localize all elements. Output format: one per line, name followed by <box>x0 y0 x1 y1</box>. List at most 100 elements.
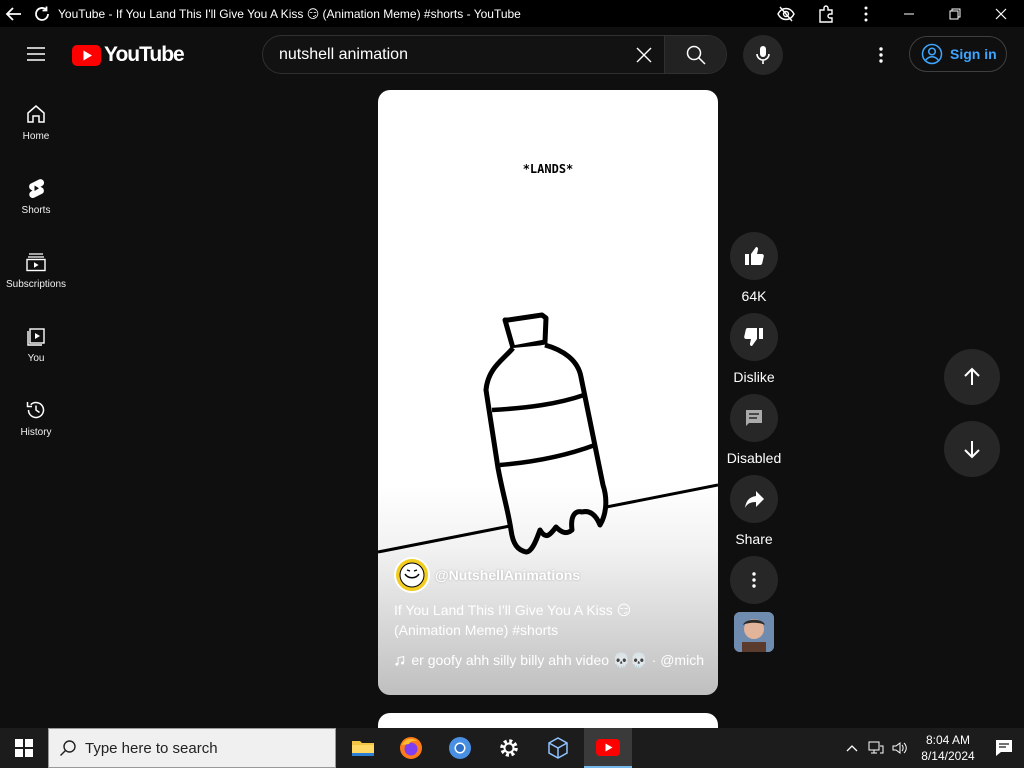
sidebar-item-label: Home <box>22 131 50 142</box>
microphone-icon <box>756 46 770 64</box>
window-title: YouTube - If You Land This I'll Give You… <box>58 6 521 21</box>
person-thumbnail-icon <box>734 612 774 652</box>
clock-date: 8/14/2024 <box>921 749 975 763</box>
settings-menu-button[interactable] <box>865 39 897 71</box>
like-count: 64K <box>741 288 767 304</box>
like-button[interactable] <box>730 232 778 280</box>
volume-button[interactable] <box>888 728 912 768</box>
share-button[interactable] <box>730 475 778 523</box>
taskbar-virtualbox[interactable] <box>534 728 582 768</box>
clear-search-button[interactable] <box>624 36 664 74</box>
action-column: 64K Dislike Disabled Share <box>726 232 782 652</box>
taskbar-search-placeholder: Type here to search <box>85 739 218 757</box>
network-icon <box>868 741 884 754</box>
arrow-up-icon <box>964 367 980 385</box>
guide-menu-button[interactable] <box>18 36 54 72</box>
windows-logo-icon <box>15 739 33 757</box>
restore-button[interactable] <box>932 0 978 27</box>
sidebar-item-label: You <box>27 353 45 364</box>
share-icon <box>745 491 764 508</box>
next-short-button[interactable] <box>944 421 1000 477</box>
start-button[interactable] <box>0 728 48 768</box>
sidebar-item-history[interactable]: History <box>0 377 72 451</box>
taskbar-file-explorer[interactable] <box>339 728 387 768</box>
chevron-up-icon <box>846 745 858 752</box>
sidebar-item-label: Shorts <box>21 205 51 216</box>
gear-icon <box>500 739 518 757</box>
voice-search-button[interactable] <box>743 35 783 75</box>
thumbs-up-icon <box>745 247 764 265</box>
audio-source-thumbnail[interactable] <box>734 612 774 652</box>
action-center-button[interactable] <box>984 728 1024 768</box>
sidebar-item-subscriptions[interactable]: Subscriptions <box>0 229 72 303</box>
taskbar-youtube[interactable] <box>584 728 632 768</box>
more-actions-button[interactable] <box>730 556 778 604</box>
sign-in-button[interactable]: Sign in <box>909 36 1007 72</box>
extensions-button[interactable] <box>806 0 846 27</box>
mini-guide-sidebar: Home Shorts Subscriptions You History <box>0 81 72 451</box>
arrow-down-icon <box>964 441 980 459</box>
notification-icon <box>996 740 1012 756</box>
firefox-icon <box>400 737 422 759</box>
taskbar-clock[interactable]: 8:04 AM 8/14/2024 <box>912 732 984 764</box>
puzzle-icon <box>819 4 833 23</box>
video-title[interactable]: If You Land This I'll Give You A Kiss 😏 … <box>394 600 694 640</box>
music-text: er goofy ahh silly billy ahh video 💀💀 · … <box>411 652 704 668</box>
tracking-prevention-button[interactable] <box>766 0 806 27</box>
sidebar-item-label: Subscriptions <box>5 279 67 290</box>
cube-icon <box>548 737 568 759</box>
search-icon <box>686 45 706 65</box>
trollface-icon <box>399 562 425 588</box>
reload-button[interactable] <box>28 0 56 27</box>
back-button[interactable] <box>0 0 28 27</box>
music-info[interactable]: er goofy ahh silly billy ahh video 💀💀 · … <box>394 652 704 669</box>
youtube-logo[interactable]: YouTube <box>72 43 185 67</box>
close-window-button[interactable] <box>978 0 1024 27</box>
taskbar-firefox[interactable] <box>387 728 435 768</box>
comments-label: Disabled <box>726 450 782 466</box>
sidebar-item-shorts[interactable]: Shorts <box>0 155 72 229</box>
channel-name[interactable]: @NutshellAnimations <box>435 567 580 583</box>
history-icon <box>26 401 45 419</box>
thumbs-down-icon <box>744 328 763 346</box>
minimize-button[interactable] <box>886 0 932 27</box>
comments-action: Disabled <box>726 394 782 467</box>
music-note-icon <box>395 655 405 666</box>
browser-menu-button[interactable] <box>846 0 886 27</box>
close-icon <box>636 47 652 62</box>
close-icon <box>995 8 1007 19</box>
taskbar-settings[interactable] <box>485 728 533 768</box>
browser-title-bar: YouTube - If You Land This I'll Give You… <box>0 0 1024 27</box>
more-action <box>726 556 782 604</box>
taskbar-chrome[interactable] <box>436 728 484 768</box>
system-tray: 8:04 AM 8/14/2024 <box>840 728 1024 768</box>
sidebar-item-you[interactable]: You <box>0 303 72 377</box>
share-label: Share <box>735 531 773 547</box>
network-button[interactable] <box>864 728 888 768</box>
kebab-menu-icon <box>864 6 868 21</box>
search-box <box>262 35 727 74</box>
show-hidden-icons-button[interactable] <box>840 728 864 768</box>
comments-button[interactable] <box>730 394 778 442</box>
youtube-header: YouTube Sign in <box>0 27 1024 81</box>
clock-time: 8:04 AM <box>925 733 971 747</box>
channel-avatar[interactable] <box>394 557 430 593</box>
folder-icon <box>352 741 374 756</box>
taskbar-search-box[interactable]: Type here to search <box>48 728 336 768</box>
account-icon <box>921 43 943 65</box>
shorts-icon <box>29 179 45 199</box>
home-icon <box>27 105 45 123</box>
dislike-button[interactable] <box>730 313 778 361</box>
channel-info[interactable]: @NutshellAnimations <box>394 557 580 593</box>
shorts-video-player[interactable]: *LANDS* @NutshellAnimations If You Land … <box>378 90 718 695</box>
back-arrow-icon <box>5 6 21 21</box>
youtube-play-icon <box>596 738 620 756</box>
you-icon <box>27 328 45 346</box>
sidebar-item-home[interactable]: Home <box>0 81 72 155</box>
search-button[interactable] <box>664 36 726 73</box>
restore-icon <box>949 8 961 19</box>
reload-icon <box>35 6 49 21</box>
previous-short-button[interactable] <box>944 349 1000 405</box>
minimize-icon <box>904 13 914 14</box>
search-input[interactable] <box>263 36 624 73</box>
